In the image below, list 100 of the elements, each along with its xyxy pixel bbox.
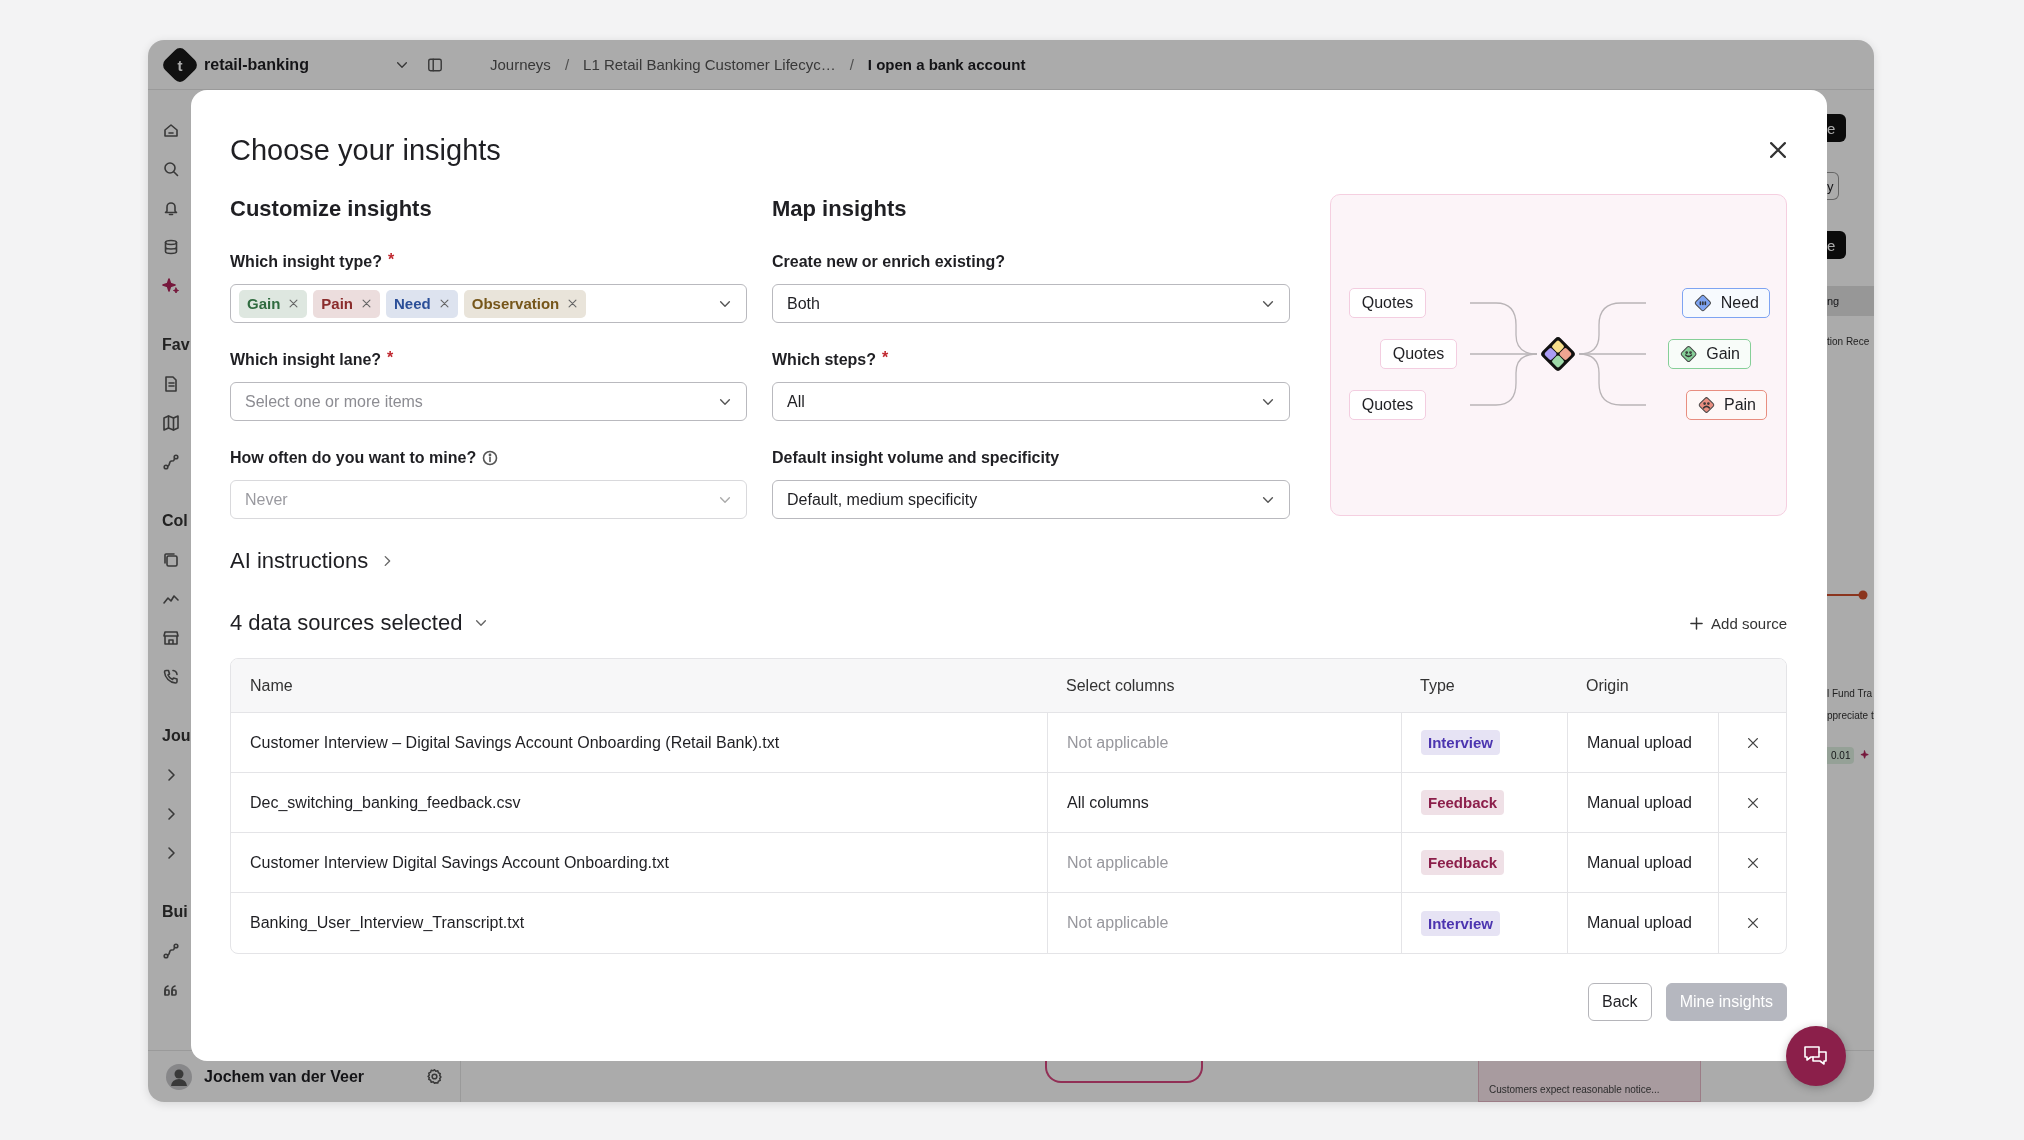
column-header: Origin	[1567, 659, 1718, 713]
breadcrumb-separator: /	[564, 56, 570, 73]
phone-icon[interactable]	[162, 667, 180, 686]
avatar-icon[interactable]	[166, 1063, 192, 1090]
database-icon[interactable]	[162, 237, 180, 256]
table-cell: Not applicable	[1047, 713, 1401, 773]
table-cell: Manual upload	[1567, 893, 1718, 953]
route-icon[interactable]	[162, 452, 180, 471]
table-cell: Manual upload	[1567, 713, 1718, 773]
search-icon[interactable]	[162, 159, 180, 178]
breadcrumb[interactable]: I open a bank account	[867, 56, 1026, 73]
score-chip: 0.01	[1827, 746, 1855, 764]
text-fragment: ppreciate t	[1827, 708, 1874, 723]
tag-label: Need	[394, 295, 431, 312]
info-icon	[482, 450, 499, 466]
tag[interactable]: Need	[386, 289, 458, 318]
map-icon[interactable]	[162, 413, 180, 432]
tag[interactable]: Gain	[239, 289, 308, 318]
remove-icon[interactable]	[1746, 795, 1760, 810]
multi-select-field[interactable]: Gain Pain Need Observation	[230, 284, 747, 323]
type-badge: Interview	[1421, 910, 1501, 936]
field-label: Default insight volume and specificity	[772, 449, 1060, 467]
field-label: Create new or enrich existing?	[772, 253, 1005, 271]
type-badge: Interview	[1421, 730, 1501, 755]
breadcrumb[interactable]: L1 Retail Banking Customer Lifecyc…	[583, 56, 836, 73]
close-icon[interactable]	[1767, 139, 1789, 161]
tag[interactable]: Pain	[313, 289, 381, 318]
table-cell: Customer Interview Digital Savings Account Onboarding.txt	[231, 833, 1047, 893]
node-label: Pain	[1723, 396, 1756, 414]
table-cell-text: Banking_User_Interview_Transcript.txt	[249, 913, 526, 933]
select-field[interactable]: Default, medium specificity	[772, 480, 1290, 519]
tag[interactable]: Observation	[463, 289, 587, 318]
table-cell: All columns	[1047, 773, 1401, 833]
sidebar-section-label: Fav	[162, 334, 190, 355]
select-field[interactable]: Both	[772, 284, 1290, 323]
quote-node: Quotes	[1380, 339, 1457, 369]
user-name: Jochem van der Veer	[204, 1067, 366, 1086]
settings-icon[interactable]	[426, 1068, 443, 1085]
sidebar-section-label: Jou	[162, 725, 191, 746]
node-label: Need	[1720, 294, 1759, 312]
quote-node: Quotes	[1349, 288, 1426, 318]
column-header: Type	[1401, 659, 1567, 713]
dark-button[interactable]: e	[1827, 114, 1846, 142]
note-text: Customers expect reasonable notice...	[1489, 1084, 1660, 1095]
breadcrumb-separator: /	[849, 56, 854, 73]
remove-icon[interactable]	[438, 298, 450, 309]
sparkle-icon	[1860, 749, 1872, 761]
tag-label: Observation	[471, 295, 560, 312]
type-badge: Feedback	[1421, 790, 1505, 815]
field-label: Which insight type?	[230, 253, 382, 271]
column-header: Select columns	[1047, 659, 1401, 713]
remove-icon[interactable]	[361, 298, 373, 309]
quote-node: Quotes	[1349, 390, 1426, 420]
section-heading: Map insights	[772, 195, 908, 223]
table-cell: Not applicable	[1047, 833, 1401, 893]
table-cell: Customer Interview – Digital Savings Account Onboarding (Retail Bank).txt	[231, 713, 1047, 773]
remove-icon[interactable]	[1746, 735, 1760, 750]
sidebar-section-label: Bui	[162, 901, 188, 922]
tag-label: Pain	[321, 295, 354, 312]
table-cell: Manual upload	[1567, 833, 1718, 893]
required-mark: *	[882, 349, 889, 367]
progress-line	[1827, 590, 1868, 600]
field-label: Which steps?	[772, 351, 876, 369]
section-toggle[interactable]: 4 data sources selected	[230, 610, 463, 636]
column-header: Name	[231, 659, 1047, 713]
table-cell: Dec_switching_banking_feedback.csv	[231, 773, 1047, 833]
route-icon[interactable]	[162, 941, 180, 960]
text-fragment: tion Rece	[1827, 334, 1871, 349]
required-mark: *	[388, 251, 395, 269]
select-field[interactable]: All	[772, 382, 1290, 421]
type-badge: Feedback	[1421, 850, 1505, 875]
remove-icon[interactable]	[1746, 916, 1760, 930]
copy-icon[interactable]	[162, 550, 180, 569]
field-label: How often do you want to mine?	[230, 449, 477, 467]
tag-label: Gain	[247, 295, 281, 312]
breadcrumb[interactable]: Journeys	[490, 56, 551, 73]
table-cell: Manual upload	[1567, 773, 1718, 833]
dark-button[interactable]: e	[1827, 231, 1846, 259]
add-source-button[interactable]: Add source	[1690, 610, 1787, 636]
document-icon[interactable]	[162, 374, 180, 393]
workspace-name: retail-banking	[204, 55, 310, 74]
table-cell: Not applicable	[1047, 893, 1401, 953]
section-link[interactable]: AI instructions	[230, 548, 369, 574]
text-fragment: l Fund Tra	[1827, 686, 1874, 701]
store-icon[interactable]	[162, 628, 180, 647]
sparkle-icon[interactable]	[162, 276, 180, 295]
row-band: ng	[1827, 286, 1874, 316]
sidebar-section-label: Col	[162, 510, 188, 531]
field-label: Which insight lane?	[230, 351, 382, 369]
remove-icon[interactable]	[1746, 855, 1760, 870]
node-label: Gain	[1706, 345, 1740, 363]
back-button[interactable]: Back	[1588, 983, 1652, 1021]
plus-icon	[1690, 616, 1704, 630]
chat-button[interactable]	[1786, 1026, 1846, 1086]
remove-icon[interactable]	[288, 298, 300, 309]
section-heading: Customize insights	[230, 195, 433, 223]
dialog-title: Choose your insights	[230, 133, 501, 167]
required-mark: *	[387, 349, 394, 367]
sidebar-toggle-icon[interactable]	[427, 56, 443, 73]
remove-icon[interactable]	[567, 298, 579, 309]
